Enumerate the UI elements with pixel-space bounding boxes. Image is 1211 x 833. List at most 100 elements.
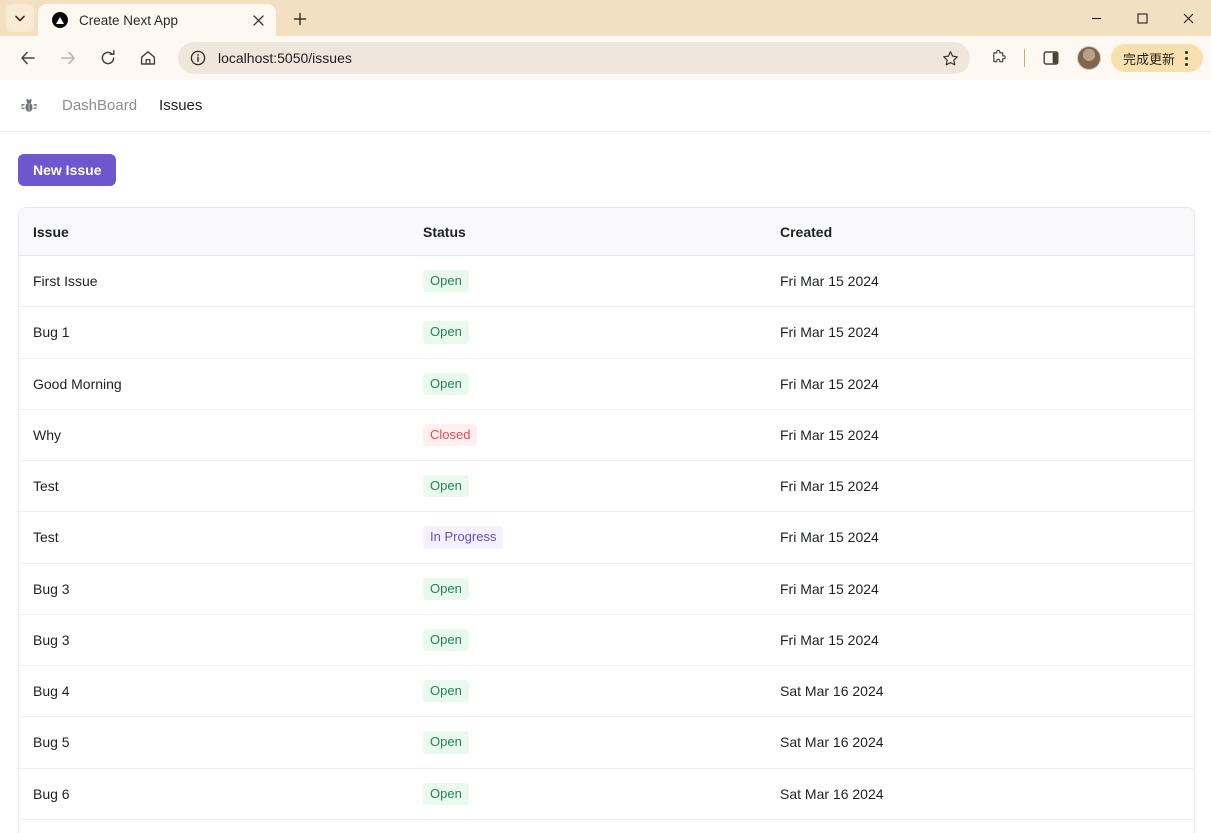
cell-status: Open <box>423 358 780 410</box>
tab-strip: Create Next App <box>0 0 1211 36</box>
cell-status: Open <box>423 819 780 833</box>
cell-status: Open <box>423 460 780 513</box>
site-info-icon[interactable] <box>188 48 208 68</box>
table-row[interactable]: AhaOpenSat Mar 16 2024 <box>19 819 1194 833</box>
browser-tab[interactable]: Create Next App <box>38 4 276 36</box>
table-row[interactable]: Bug 3 Open Fri Mar 15 2024 <box>19 563 1194 615</box>
cell-issue[interactable]: Bug 5 <box>19 716 423 769</box>
forward-button[interactable] <box>52 42 84 74</box>
forward-arrow-icon <box>61 51 75 65</box>
table-row[interactable]: Test In Progress Fri Mar 15 2024 <box>19 511 1194 564</box>
status-badge: Open <box>423 372 469 395</box>
status-badge: Open <box>423 680 469 703</box>
cell-status: Closed <box>423 409 780 462</box>
cell-issue[interactable]: Bug 3 <box>19 614 423 667</box>
cell-issue[interactable]: Bug 6 <box>19 768 423 820</box>
window-controls <box>1073 0 1211 36</box>
new-tab-button[interactable] <box>286 5 314 33</box>
cell-created: Fri Mar 15 2024 <box>780 460 1194 513</box>
browser-menu-button[interactable] <box>1175 46 1197 70</box>
cell-created: Fri Mar 15 2024 <box>780 358 1194 410</box>
address-bar[interactable]: localhost:5050/issues <box>178 42 970 74</box>
tab-title: Create Next App <box>79 12 179 28</box>
nav-link-issues[interactable]: Issues <box>159 97 202 114</box>
finish-update-button[interactable]: 完成更新 <box>1110 44 1203 72</box>
extensions-button[interactable] <box>982 42 1014 74</box>
cell-issue[interactable]: First Issue <box>19 255 423 308</box>
column-header-status[interactable]: Status <box>423 208 780 256</box>
maximize-button[interactable] <box>1119 0 1165 36</box>
kebab-dot <box>1184 56 1188 60</box>
back-button[interactable] <box>12 42 44 74</box>
minimize-button[interactable] <box>1073 0 1119 36</box>
cell-issue[interactable]: Test <box>19 460 423 513</box>
app-navbar: DashBoard Issues <box>0 80 1211 132</box>
cell-created: Fri Mar 15 2024 <box>780 614 1194 667</box>
status-badge: Closed <box>423 423 478 446</box>
bug-icon[interactable] <box>16 93 42 119</box>
cell-created: Fri Mar 15 2024 <box>780 409 1194 462</box>
cell-issue[interactable]: Test <box>19 511 423 564</box>
plus-icon <box>293 12 307 26</box>
table-row[interactable]: Bug 5 Open Sat Mar 16 2024 <box>19 716 1194 769</box>
cell-issue[interactable]: Why <box>19 409 423 462</box>
star-icon <box>943 50 959 65</box>
status-badge: Open <box>423 270 469 293</box>
table-row[interactable]: Bug 1 Open Fri Mar 15 2024 <box>19 306 1194 359</box>
table-row[interactable]: Test Open Fri Mar 15 2024 <box>19 460 1194 513</box>
column-header-created[interactable]: Created <box>780 208 1194 256</box>
table-row[interactable]: Good Morning Open Fri Mar 15 2024 <box>19 358 1194 410</box>
back-arrow-icon <box>21 51 35 65</box>
bookmark-button[interactable] <box>938 45 964 71</box>
nav-link-dashboard[interactable]: DashBoard <box>62 97 137 114</box>
cell-status: Open <box>423 255 780 308</box>
status-badge: Open <box>423 782 469 805</box>
tab-search-button[interactable] <box>6 4 34 32</box>
puzzle-piece-icon <box>993 49 1006 63</box>
cell-created: Fri Mar 15 2024 <box>780 255 1194 308</box>
reload-button[interactable] <box>92 42 124 74</box>
cell-created: Sat Mar 16 2024 <box>780 819 1194 833</box>
issues-table-head: Issue Status Created <box>19 208 1194 256</box>
table-row[interactable]: Bug 3 Open Fri Mar 15 2024 <box>19 614 1194 667</box>
table-row[interactable]: Bug 4 Open Sat Mar 16 2024 <box>19 665 1194 718</box>
cell-status: Open <box>423 768 780 820</box>
cell-issue[interactable]: Aha <box>19 819 423 833</box>
page-content: New Issue Issue Status Created First Iss… <box>0 132 1211 833</box>
browser-toolbar: localhost:5050/issues 完成更新 <box>0 36 1211 80</box>
kebab-dot <box>1184 50 1188 54</box>
cell-status: Open <box>423 306 780 359</box>
column-header-issue[interactable]: Issue <box>19 208 423 256</box>
table-header-row: Issue Status Created <box>19 208 1194 256</box>
cell-issue[interactable]: Bug 4 <box>19 665 423 718</box>
toolbar-divider <box>1023 49 1025 67</box>
reload-icon <box>101 50 115 65</box>
status-badge: Open <box>423 628 469 651</box>
cell-issue[interactable]: Bug 3 <box>19 563 423 615</box>
status-badge: Open <box>423 731 469 754</box>
cell-created: Sat Mar 16 2024 <box>780 768 1194 820</box>
table-row[interactable]: Bug 6 Open Sat Mar 16 2024 <box>19 768 1194 820</box>
cell-issue[interactable]: Good Morning <box>19 358 423 410</box>
status-badge: Open <box>423 577 469 600</box>
url-text[interactable]: localhost:5050/issues <box>218 50 938 66</box>
status-badge: Open <box>423 475 469 498</box>
minimize-icon <box>1091 17 1101 19</box>
table-row[interactable]: Why Closed Fri Mar 15 2024 <box>19 409 1194 462</box>
profile-avatar[interactable] <box>1076 46 1101 70</box>
status-badge: In Progress <box>423 526 504 549</box>
close-window-button[interactable] <box>1165 0 1211 36</box>
chevron-down-icon <box>15 15 25 22</box>
cell-created: Fri Mar 15 2024 <box>780 511 1194 564</box>
new-issue-button[interactable]: New Issue <box>18 154 117 186</box>
issues-table-body: First Issue Open Fri Mar 15 2024 Bug 1 Open F… <box>19 255 1194 833</box>
browser-window: Create Next App localhost:5050/issues 完成… <box>0 0 1211 833</box>
cell-created: Sat Mar 16 2024 <box>780 665 1194 718</box>
home-icon <box>140 51 156 65</box>
table-row[interactable]: First Issue Open Fri Mar 15 2024 <box>19 255 1194 308</box>
side-panel-button[interactable] <box>1035 42 1067 74</box>
tab-close-button[interactable] <box>248 10 268 30</box>
cell-issue[interactable]: Bug 1 <box>19 306 423 359</box>
home-button[interactable] <box>132 42 164 74</box>
cell-status: Open <box>423 614 780 667</box>
